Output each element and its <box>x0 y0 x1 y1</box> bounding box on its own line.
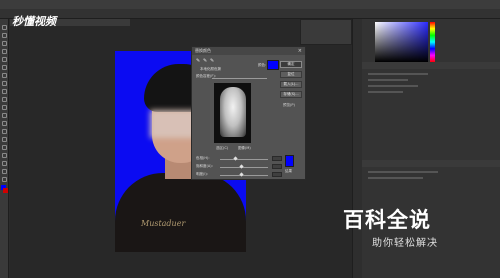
radio-image[interactable]: 图像(M) <box>238 146 251 151</box>
result-color-swatch[interactable] <box>285 155 294 167</box>
move-tool-icon[interactable] <box>2 25 7 30</box>
ok-button[interactable]: 确定 <box>280 61 302 68</box>
hue-label: 色相(H): <box>196 156 210 160</box>
panel-row <box>368 85 418 87</box>
watermark-title: 百科全说 <box>343 208 431 232</box>
magic-wand-tool-icon[interactable] <box>2 49 7 54</box>
preview-mask <box>220 87 246 137</box>
shirt-print: Mustaduer <box>141 219 186 228</box>
shirt <box>115 173 246 252</box>
hue-slider[interactable] <box>220 159 268 160</box>
eyedropper-plus-icon[interactable]: ✎ <box>203 59 208 64</box>
dodge-tool-icon[interactable] <box>2 129 7 134</box>
pen-tool-icon[interactable] <box>2 137 7 142</box>
background-color-swatch[interactable] <box>3 188 8 193</box>
properties-panel-small <box>300 19 352 45</box>
lightness-value-field[interactable] <box>272 172 282 177</box>
brand-watermark: 秒懂视频 <box>12 15 56 28</box>
replace-color-dialog: 替换颜色 × ✎ ✎ ✎ 本地化颜色簇 颜色: 颜色容差(F): 选区(C) 图… <box>191 46 306 180</box>
color-label: 颜色: <box>258 63 267 67</box>
lightness-label: 明度(I): <box>196 172 208 176</box>
lasso-tool-icon[interactable] <box>2 41 7 46</box>
healing-tool-icon[interactable] <box>2 73 7 78</box>
panel-row <box>368 79 408 81</box>
load-button[interactable]: 载入(L)... <box>280 81 302 88</box>
hue-value-field[interactable] <box>272 156 282 161</box>
eyedropper-tool-icon[interactable] <box>2 65 7 70</box>
toolbar <box>0 19 9 278</box>
shape-tool-icon[interactable] <box>2 161 7 166</box>
panel-row <box>368 177 423 179</box>
radio-selection[interactable]: 选区(C) <box>216 146 228 151</box>
options-bar <box>0 9 500 19</box>
history-brush-tool-icon[interactable] <box>2 97 7 102</box>
saturation-label: 饱和度(A): <box>196 164 213 168</box>
watermark-subtitle: 助你轻松解决 <box>372 238 438 249</box>
dialog-title: 替换颜色 <box>192 47 305 55</box>
saturation-value-field[interactable] <box>272 164 282 169</box>
collapsed-panels-strip <box>352 19 362 278</box>
save-button[interactable]: 存储(S)... <box>280 91 302 98</box>
layers-panel-header <box>362 160 500 167</box>
type-tool-icon[interactable] <box>2 145 7 150</box>
selection-preview <box>214 83 251 143</box>
target-color-swatch[interactable] <box>267 60 279 70</box>
menu-bar <box>0 0 500 9</box>
zoom-tool-icon[interactable] <box>2 177 7 182</box>
eraser-tool-icon[interactable] <box>2 105 7 110</box>
fuzziness-slider[interactable] <box>212 78 267 79</box>
preview-checkbox[interactable]: 预览(P) <box>283 103 295 108</box>
blur-tool-icon[interactable] <box>2 121 7 126</box>
panel-row <box>368 91 403 93</box>
panel-row <box>368 73 428 75</box>
selection-label: 本地化颜色簇 <box>200 67 221 71</box>
lightness-slider[interactable] <box>220 175 268 176</box>
color-picker-field[interactable] <box>375 22 428 62</box>
hand-tool-icon[interactable] <box>2 169 7 174</box>
gradient-tool-icon[interactable] <box>2 113 7 118</box>
stamp-tool-icon[interactable] <box>2 89 7 94</box>
adjustments-panel-header <box>362 62 500 69</box>
eyedropper-minus-icon[interactable]: ✎ <box>210 59 215 64</box>
saturation-slider[interactable] <box>220 167 268 168</box>
result-label: 结果 <box>285 169 292 173</box>
reset-button[interactable]: 复位 <box>280 71 302 78</box>
crop-tool-icon[interactable] <box>2 57 7 62</box>
brush-tool-icon[interactable] <box>2 81 7 86</box>
panel-row <box>368 171 438 173</box>
hue-strip[interactable] <box>430 22 435 62</box>
marquee-tool-icon[interactable] <box>2 33 7 38</box>
eyedropper-icon[interactable]: ✎ <box>196 59 201 64</box>
close-icon[interactable]: × <box>298 47 302 55</box>
path-select-tool-icon[interactable] <box>2 153 7 158</box>
